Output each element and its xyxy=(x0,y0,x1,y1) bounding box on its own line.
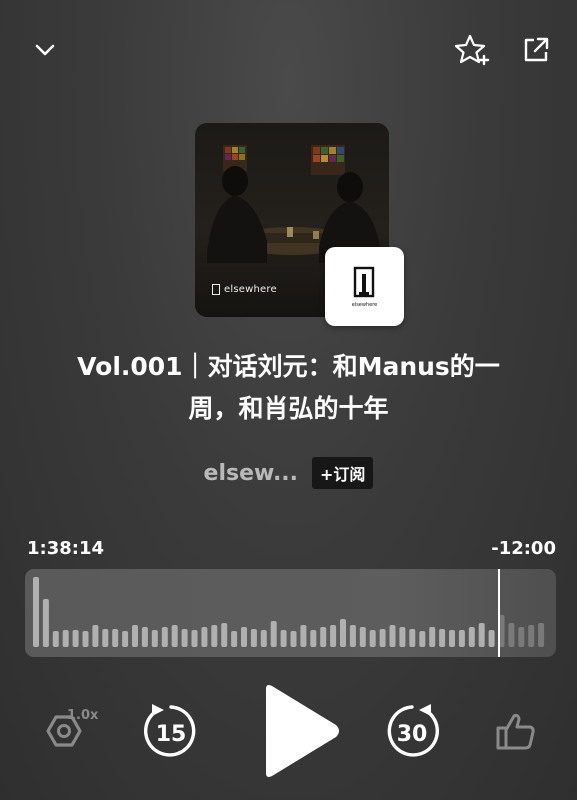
chevron-down-icon[interactable] xyxy=(33,40,57,60)
waveform-bar xyxy=(310,630,317,647)
waveform-bar xyxy=(82,631,89,647)
forward-icon: 30 xyxy=(387,704,439,757)
play-icon xyxy=(266,685,339,777)
waveform-bar xyxy=(458,630,465,647)
waveform-bar xyxy=(439,629,446,647)
waveform-bar xyxy=(151,630,158,647)
waveform-bar xyxy=(389,625,396,647)
waveform-bar xyxy=(290,631,297,647)
playhead[interactable] xyxy=(498,569,500,657)
badge-brand-text: elsewhere xyxy=(351,302,378,308)
episode-title: Vol.001｜对话刘元：和Manus的一 周，和肖弘的十年 xyxy=(40,346,537,430)
episode-title-line-1: Vol.001｜对话刘元：和Manus的一 xyxy=(77,352,500,381)
waveform-bar xyxy=(320,627,327,647)
forward-30-button[interactable]: 30 xyxy=(381,700,443,766)
waveform-bar xyxy=(62,630,69,647)
waveform-bar xyxy=(369,630,376,647)
waveform-bar xyxy=(132,625,138,647)
waveform-scrubber[interactable] xyxy=(25,569,556,657)
waveform-bar xyxy=(250,629,257,647)
waveform-bar xyxy=(349,625,356,647)
rewind-15-button[interactable]: 15 xyxy=(140,700,202,766)
waveform-bar xyxy=(468,627,475,647)
waveform-bar xyxy=(528,625,535,647)
waveform-bar xyxy=(141,627,148,647)
podcast-cover: elsewhere elsewhere xyxy=(195,123,404,326)
waveform-bar xyxy=(419,631,426,647)
cover-brand-text: elsewhere xyxy=(224,284,277,295)
waveform-bar xyxy=(201,627,208,647)
cover-brand: elsewhere xyxy=(212,284,277,295)
waveform-bar xyxy=(330,625,337,647)
remaining-time: -12:00 xyxy=(491,538,556,559)
waveform-bar xyxy=(241,627,247,647)
now-playing-screen: elsewhere elsewhere Vol.001｜对话刘元：和Manus的… xyxy=(0,0,577,800)
waveform-bar xyxy=(270,621,277,647)
waveform-bar xyxy=(72,630,79,647)
waveform-bar xyxy=(52,631,59,647)
star-add-icon[interactable] xyxy=(454,33,490,69)
elsewhere-logo-icon xyxy=(353,266,375,298)
waveform xyxy=(33,569,545,657)
episode-title-line-2: 周，和肖弘的十年 xyxy=(188,394,389,423)
brand-logo-icon xyxy=(212,284,220,295)
speed-label: 1.0x xyxy=(67,708,99,723)
waveform-bar xyxy=(161,627,168,647)
waveform-bar xyxy=(221,623,228,647)
waveform-bar xyxy=(538,623,545,647)
waveform-bar xyxy=(399,627,406,647)
waveform-bar xyxy=(42,599,49,647)
waveform-bar xyxy=(359,627,366,647)
subscribe-button[interactable]: +订阅 xyxy=(312,457,374,489)
waveform-bar xyxy=(181,629,188,647)
rewind-icon: 15 xyxy=(144,704,196,757)
author-name[interactable]: elsew... xyxy=(204,461,298,486)
waveform-bar xyxy=(33,577,39,647)
waveform-bar xyxy=(478,623,485,647)
waveform-bar xyxy=(122,631,129,647)
thumbs-up-icon xyxy=(496,713,535,750)
share-external-icon[interactable] xyxy=(522,36,550,64)
waveform-bar xyxy=(379,629,386,647)
waveform-bar xyxy=(300,625,307,647)
waveform-bar xyxy=(191,630,198,647)
waveform-bar xyxy=(280,630,287,647)
waveform-bar xyxy=(112,629,119,647)
author-row: elsew... +订阅 xyxy=(0,456,577,490)
waveform-bar xyxy=(508,623,515,647)
rewind-seconds: 15 xyxy=(156,722,187,747)
waveform-bar xyxy=(171,625,178,647)
like-button[interactable] xyxy=(494,710,538,758)
waveform-bar xyxy=(488,630,495,647)
waveform-bar xyxy=(260,630,267,647)
waveform-bar xyxy=(449,630,455,647)
waveform-bar xyxy=(518,627,525,647)
waveform-bar xyxy=(340,619,346,647)
waveform-bar xyxy=(211,625,218,647)
play-button[interactable] xyxy=(258,683,342,783)
waveform-bar xyxy=(409,629,416,647)
channel-badge: elsewhere xyxy=(325,247,404,326)
waveform-bar xyxy=(231,631,238,647)
waveform-bar xyxy=(429,627,436,647)
waveform-bar xyxy=(92,625,99,647)
elapsed-time: 1:38:14 xyxy=(27,538,105,559)
waveform-bar xyxy=(102,629,109,647)
forward-seconds: 30 xyxy=(397,722,428,747)
